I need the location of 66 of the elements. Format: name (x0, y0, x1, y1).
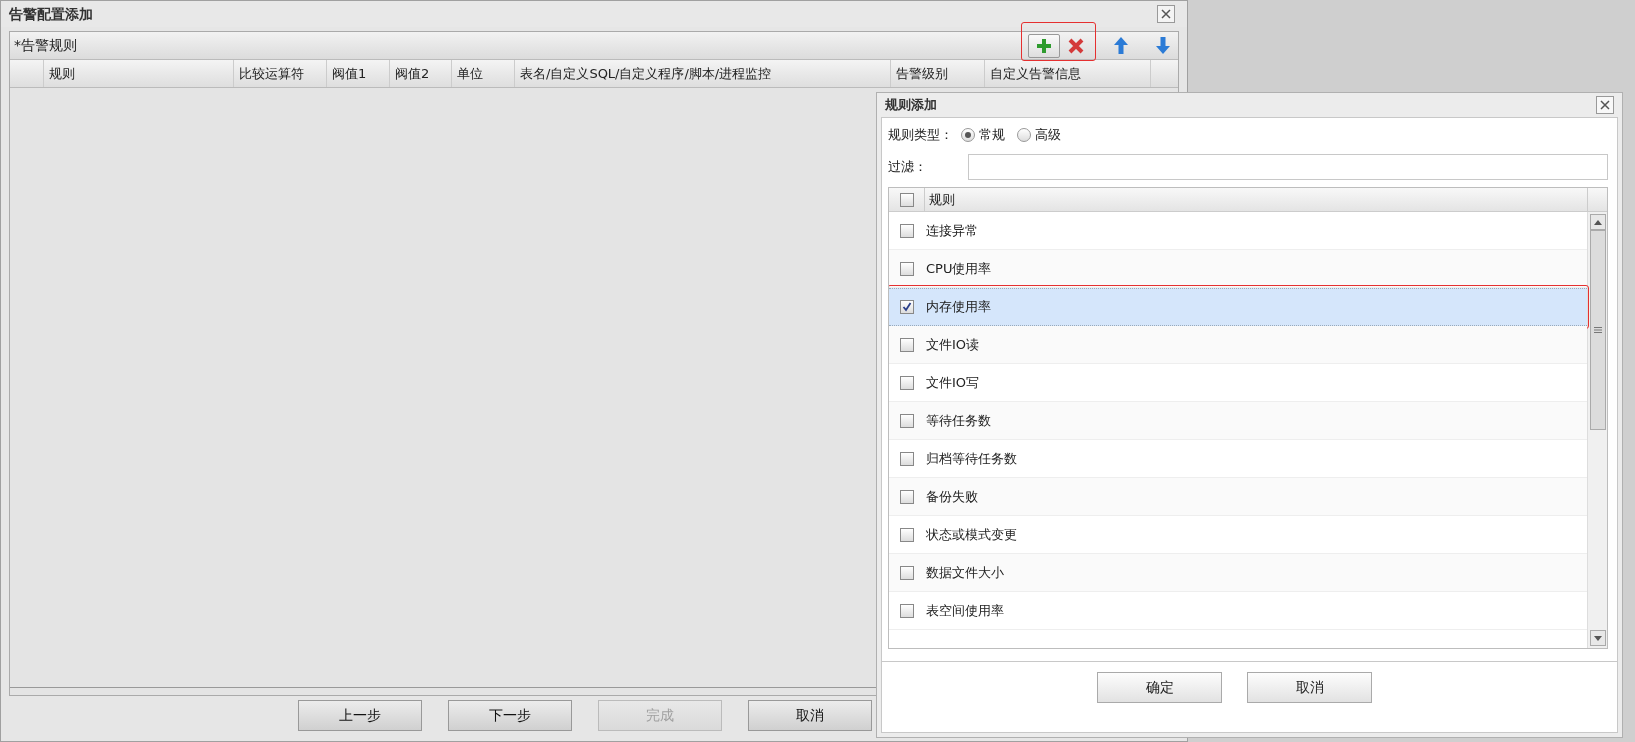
rule-label: 内存使用率 (925, 298, 991, 317)
list-row[interactable]: 等待任务数 (889, 402, 1587, 440)
up-arrow-icon[interactable] (1114, 37, 1128, 54)
list-row[interactable]: CPU使用率 (889, 250, 1587, 288)
checkbox[interactable] (900, 261, 914, 276)
checkbox[interactable] (900, 223, 914, 238)
column-header: 单位 (452, 60, 515, 87)
column-header: 自定义告警信息 (985, 60, 1151, 87)
button[interactable]: 上一步 (298, 700, 422, 731)
rule-label: 等待任务数 (925, 411, 991, 430)
column-header: 规则 (928, 190, 956, 209)
button[interactable]: 取消 (1247, 672, 1372, 703)
rule-label: 文件IO写 (925, 373, 980, 392)
delete-icon[interactable] (1068, 37, 1084, 54)
rule-label: 文件IO读 (925, 335, 980, 354)
button[interactable]: 下一步 (448, 700, 572, 731)
down-arrow-icon[interactable] (1156, 37, 1170, 54)
scroll-up-icon[interactable] (1593, 219, 1602, 225)
close-icon (1600, 100, 1610, 110)
scrollbar[interactable] (1587, 212, 1607, 648)
column-header: 比较运算符 (234, 60, 327, 87)
close-button[interactable] (1157, 5, 1175, 23)
button[interactable]: 取消 (748, 700, 872, 731)
close-button[interactable] (1596, 96, 1614, 114)
grip-icon (1593, 327, 1602, 333)
checkbox[interactable] (900, 603, 914, 618)
list-row[interactable]: 文件IO读 (889, 326, 1587, 364)
checkbox[interactable] (900, 337, 914, 352)
checkbox[interactable] (899, 192, 914, 207)
checkbox[interactable] (900, 527, 914, 542)
checkbox[interactable] (900, 375, 914, 390)
column-header: 表名/自定义SQL/自定义程序/脚本/进程监控 (515, 60, 891, 87)
dialog-title: 规则添加 (885, 96, 937, 115)
window-title: 告警配置添加 (9, 4, 93, 24)
radio-button[interactable] (1017, 128, 1031, 142)
rule-label: CPU使用率 (925, 259, 992, 278)
column-header: 阀值2 (390, 60, 452, 87)
rule-label: 状态或模式变更 (925, 525, 1017, 544)
rule-label: 归档等待任务数 (925, 449, 1017, 468)
checkbox[interactable] (900, 413, 914, 428)
field-label: 过滤： (888, 158, 928, 177)
close-icon (1161, 9, 1171, 19)
column-header: 告警级别 (891, 60, 985, 87)
list-row[interactable]: 备份失败 (889, 478, 1587, 516)
filter-field[interactable] (968, 154, 1608, 180)
checkbox[interactable] (900, 300, 914, 314)
radio-button[interactable] (961, 128, 975, 142)
radio-label: 高级 (1035, 126, 1061, 145)
rule-label: 数据文件大小 (925, 563, 1004, 582)
field-label: 规则类型： (888, 126, 953, 145)
column-header: 阀值1 (327, 60, 390, 87)
rule-label: 连接异常 (925, 221, 978, 240)
list-row[interactable]: 内存使用率 (889, 288, 1587, 326)
add-button[interactable] (1028, 33, 1060, 58)
checkbox[interactable] (900, 565, 914, 580)
radio-label: 常规 (979, 126, 1005, 145)
plus-icon (1036, 37, 1052, 54)
scroll-down-icon[interactable] (1593, 635, 1602, 641)
panel-title: *告警规则 (14, 36, 77, 55)
checkbox[interactable] (900, 489, 914, 504)
rule-label: 备份失败 (925, 487, 978, 506)
checkbox[interactable] (900, 451, 914, 466)
button[interactable]: 确定 (1097, 672, 1222, 703)
list-row[interactable]: 数据文件大小 (889, 554, 1587, 592)
rule-label: 表空间使用率 (925, 601, 1004, 620)
column-header: 规则 (44, 60, 234, 87)
